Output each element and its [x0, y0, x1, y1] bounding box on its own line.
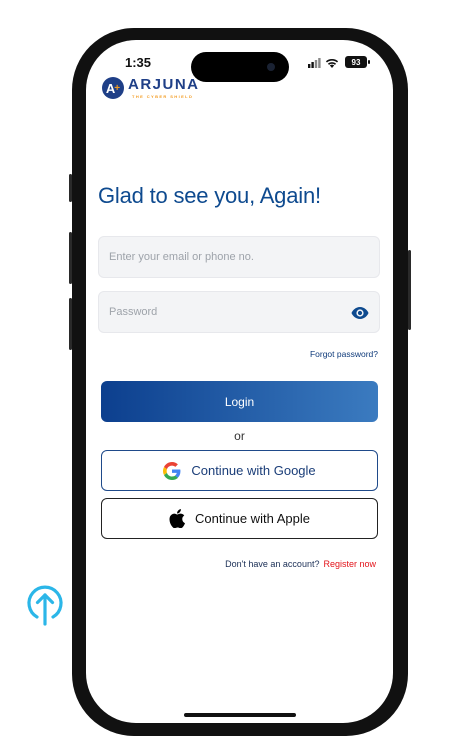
camera-dot — [267, 63, 275, 71]
wifi-icon — [325, 58, 339, 68]
google-g-icon — [163, 461, 181, 480]
email-placeholder: Enter your email or phone no. — [109, 251, 254, 263]
or-divider: or — [234, 429, 245, 443]
battery-level: 93 — [351, 57, 361, 67]
volume-down-button — [69, 298, 72, 350]
signup-prompt: Don't have an account? Register now — [225, 559, 376, 569]
google-button-label: Continue with Google — [191, 463, 316, 478]
brand-name: ARJUNA — [128, 76, 200, 93]
status-icons: 93 — [308, 56, 378, 70]
email-field[interactable]: Enter your email or phone no. — [98, 236, 380, 278]
password-field[interactable]: Password — [98, 291, 380, 333]
google-signin-button[interactable]: Continue with Google — [101, 450, 378, 491]
forgot-password-link[interactable]: Forgot password? — [310, 349, 378, 359]
app-screen: 1:35 93 A + ARJUNA THE CYBER SHIELD Glad … — [86, 40, 393, 723]
apple-signin-button[interactable]: Continue with Apple — [101, 498, 378, 539]
page-title: Glad to see you, Again! — [98, 183, 321, 208]
upload-arrow-icon[interactable] — [25, 584, 65, 626]
register-link[interactable]: Register now — [323, 559, 376, 569]
logo-badge-icon: A + — [102, 77, 124, 99]
apple-icon — [169, 509, 186, 528]
brand-tagline: THE CYBER SHIELD — [132, 94, 194, 99]
action-button — [69, 174, 72, 202]
eye-icon[interactable] — [351, 306, 369, 320]
password-placeholder: Password — [109, 306, 158, 318]
status-time: 1:35 — [125, 55, 152, 70]
volume-up-button — [69, 232, 72, 284]
apple-button-label: Continue with Apple — [195, 511, 310, 526]
no-account-text: Don't have an account? — [225, 559, 320, 569]
battery-icon: 93 — [345, 56, 367, 68]
login-button[interactable]: Login — [101, 381, 378, 422]
home-indicator[interactable] — [184, 713, 296, 717]
signal-icon — [308, 58, 321, 68]
brand-logo: A + ARJUNA THE CYBER SHIELD — [102, 75, 222, 103]
power-button — [408, 250, 411, 330]
